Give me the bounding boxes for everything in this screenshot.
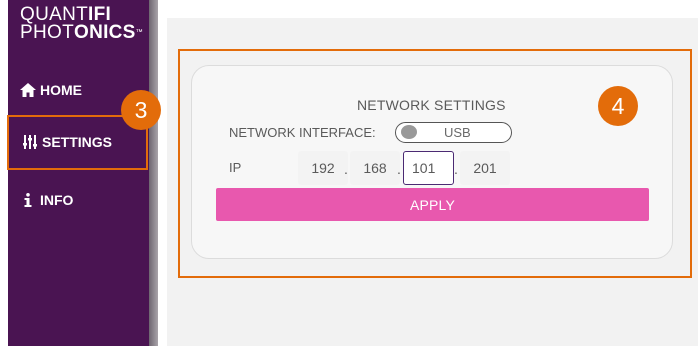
- sidebar-item-home[interactable]: HOME: [10, 76, 138, 104]
- callout-badge-3: 3: [121, 90, 161, 130]
- sidebar-edge: [149, 0, 158, 346]
- brand-logo: QUANTIFI PHOTONICS™: [20, 4, 143, 43]
- info-icon: [20, 193, 36, 207]
- home-icon: [20, 83, 36, 97]
- card-callout-box: [178, 49, 692, 278]
- sidebar-item-info[interactable]: INFO: [10, 186, 138, 214]
- sidebar-item-label: INFO: [40, 192, 74, 208]
- callout-badge-4: 4: [598, 86, 638, 126]
- sidebar: QUANTIFI PHOTONICS™ HOME SETTINGS INFO: [8, 0, 149, 346]
- sidebar-item-label: HOME: [40, 82, 82, 98]
